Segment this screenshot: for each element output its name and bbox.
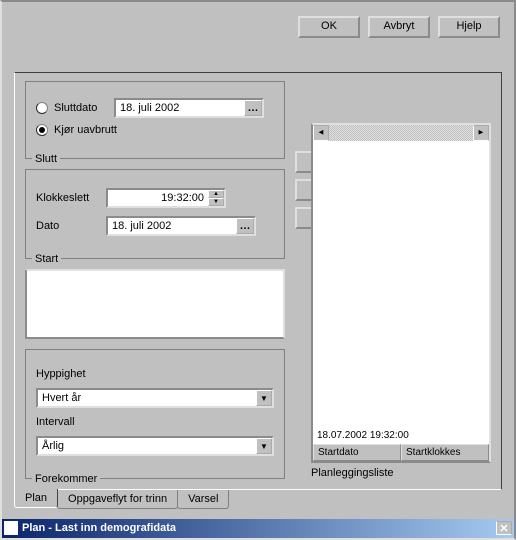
hjelp-button[interactable]: Hjelp: [438, 16, 500, 38]
date-picker-button[interactable]: …: [244, 100, 262, 116]
dato-input[interactable]: 18. juli 2002 …: [106, 216, 256, 236]
date-picker-button[interactable]: …: [236, 218, 254, 234]
klokke-label: Klokkeslett: [36, 192, 106, 204]
plan-list[interactable]: Startdato Startklokkes 18.07.2002 19:32:…: [311, 123, 491, 463]
col-startdato[interactable]: Startdato: [313, 444, 401, 461]
radio-uavbrutt[interactable]: [36, 124, 48, 136]
tab-plan[interactable]: Plan: [14, 489, 58, 508]
dato-label: Dato: [36, 220, 106, 232]
chevron-down-icon[interactable]: ▼: [256, 390, 272, 406]
hyppighet-label: Hyppighet: [36, 368, 106, 380]
group-forekommer: Forekommer: [32, 473, 100, 485]
sluttdato-input[interactable]: 18. juli 2002 …: [114, 98, 264, 118]
ok-button[interactable]: OK: [298, 16, 360, 38]
avbryt-button[interactable]: Avbryt: [368, 16, 430, 38]
window-title: Plan - Last inn demografidata: [22, 523, 496, 535]
spinner-down-icon[interactable]: ▼: [208, 198, 224, 206]
description-memo[interactable]: [25, 269, 285, 339]
app-icon: [4, 522, 18, 536]
tab-varsel[interactable]: Varsel: [177, 490, 229, 509]
tab-oppgaveflyt[interactable]: Oppgaveflyt for trinn: [57, 490, 178, 509]
list-title: Planleggingsliste: [311, 467, 491, 479]
radio-sluttdato[interactable]: [36, 102, 48, 114]
intervall-combo[interactable]: Årlig ▼: [36, 436, 274, 456]
scroll-left-icon[interactable]: ◄: [313, 125, 329, 141]
spinner-up-icon[interactable]: ▲: [208, 190, 224, 198]
scrollbar-track[interactable]: [329, 125, 473, 141]
group-start: Start: [32, 253, 61, 265]
intervall-label: Intervall: [36, 416, 106, 428]
klokke-input[interactable]: 19:32:00 ▲▼: [106, 188, 226, 208]
scroll-right-icon[interactable]: ►: [473, 125, 489, 141]
list-item[interactable]: 18.07.2002 19:32:00: [317, 430, 409, 441]
group-slutt: Slutt: [32, 153, 60, 165]
hyppighet-combo[interactable]: Hvert år ▼: [36, 388, 274, 408]
col-startklokke[interactable]: Startklokkes: [401, 444, 489, 461]
close-button[interactable]: ✕: [496, 522, 512, 536]
chevron-down-icon[interactable]: ▼: [256, 438, 272, 454]
